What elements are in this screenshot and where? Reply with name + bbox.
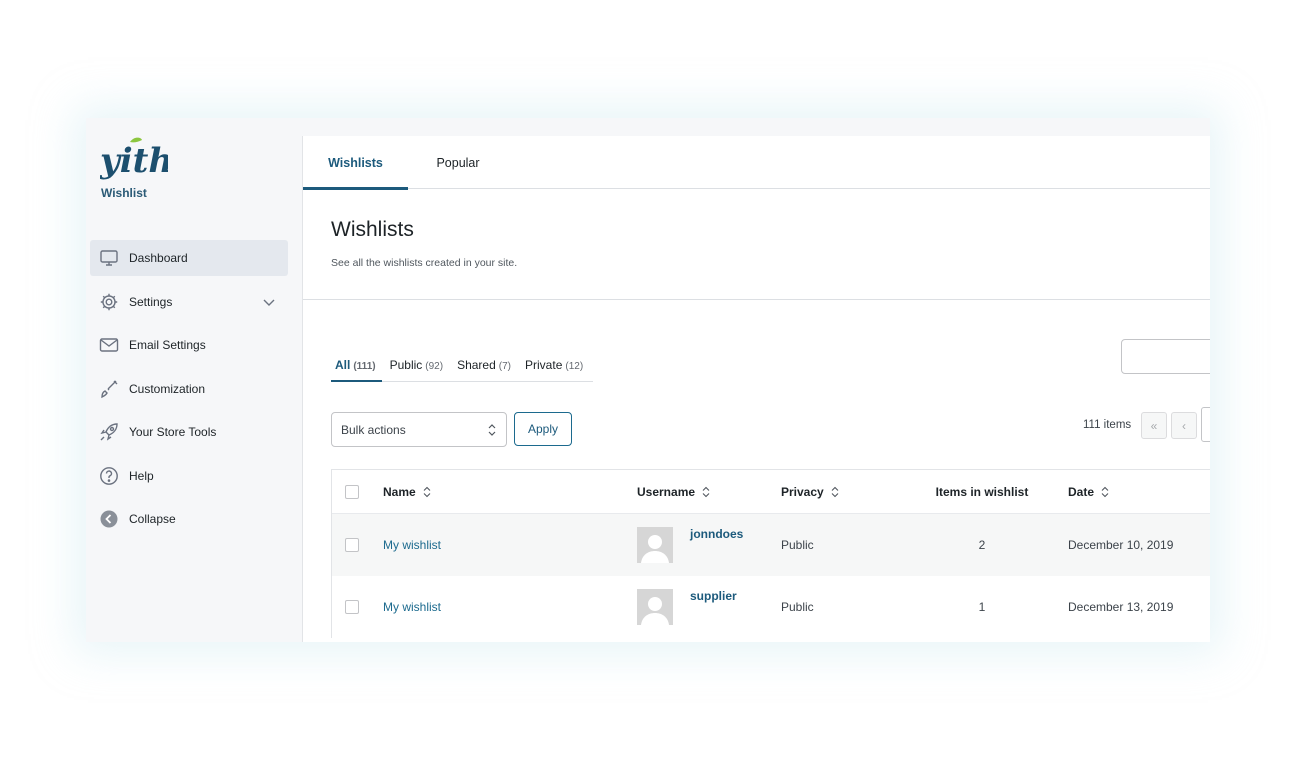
sidebar-item-label: Email Settings — [129, 338, 206, 352]
sidebar-item-settings[interactable]: Settings — [90, 284, 288, 320]
filter-label: Shared — [457, 358, 496, 372]
filter-count: (7) — [498, 361, 512, 372]
monitor-icon — [98, 247, 120, 269]
select-updown-icon — [488, 424, 496, 436]
username-link[interactable]: jonndoes — [690, 527, 743, 541]
sidebar-item-help[interactable]: Help — [90, 458, 288, 494]
rocket-icon — [98, 421, 120, 443]
tab-popular[interactable]: Popular — [421, 136, 495, 189]
privacy-cell: Public — [781, 600, 814, 614]
page-title: Wishlists — [331, 218, 414, 241]
sort-icon — [1101, 486, 1109, 497]
logo-text: yith — [100, 141, 168, 181]
prev-page-button[interactable]: ‹ — [1171, 412, 1197, 439]
items-count-cell: 2 — [978, 538, 986, 552]
sort-icon — [831, 486, 839, 497]
column-username[interactable]: Username — [637, 470, 710, 513]
sidebar-item-label: Collapse — [129, 512, 176, 526]
column-privacy[interactable]: Privacy — [781, 470, 839, 513]
sidebar: yith Wishlist Dashboard Settings Email S… — [86, 118, 302, 642]
select-all-checkbox[interactable] — [345, 470, 360, 513]
row-checkbox[interactable] — [345, 576, 360, 638]
sidebar-item-label: Help — [129, 468, 154, 483]
column-date[interactable]: Date — [1068, 470, 1109, 513]
filter-count: (92) — [425, 361, 444, 372]
column-name[interactable]: Name — [383, 470, 431, 513]
gear-icon — [98, 291, 120, 313]
sidebar-item-label: Dashboard — [129, 251, 188, 265]
page-number-input[interactable] — [1201, 407, 1210, 442]
filter-label: Public — [389, 358, 423, 372]
column-items-in-wishlist: Items in wishlist — [935, 484, 1029, 499]
table-row: My wishlist jonndoes Public 2 December 1… — [332, 514, 1210, 576]
filter-count: (12) — [565, 361, 584, 372]
sidebar-item-customization[interactable]: Customization — [90, 371, 288, 407]
filter-shared[interactable]: Shared (7) — [453, 358, 521, 380]
avatar — [637, 527, 673, 563]
table-header: Name Username Privacy Items in wishlist … — [332, 470, 1210, 514]
privacy-cell: Public — [781, 538, 814, 552]
wishlists-table: Name Username Privacy Items in wishlist … — [331, 469, 1210, 638]
status-filters: All (111) Public (92) Shared (7) Private (12… — [331, 358, 594, 382]
envelope-icon — [98, 334, 120, 356]
collapse-arrow-icon — [98, 508, 120, 530]
username-cell: jonndoes — [637, 514, 743, 576]
sidebar-item-label: Your Store Tools — [129, 425, 217, 439]
sidebar-item-dashboard[interactable]: Dashboard — [90, 240, 288, 276]
sort-icon — [423, 486, 431, 497]
brush-icon — [98, 378, 120, 400]
yith-logo: yith — [100, 137, 168, 181]
sidebar-item-collapse[interactable]: Collapse — [90, 501, 288, 537]
logo-subtitle: Wishlist — [101, 186, 147, 200]
app-window: yith Wishlist Dashboard Settings Email S… — [86, 118, 1210, 642]
divider — [303, 299, 1210, 300]
wishlist-name-link[interactable]: My wishlist — [383, 576, 441, 638]
tab-bar: Wishlists Popular — [303, 136, 1210, 190]
filter-all[interactable]: All (111) — [331, 358, 386, 382]
items-count: 111 items — [1083, 419, 1132, 431]
question-icon — [98, 465, 120, 487]
apply-button[interactable]: Apply — [514, 412, 572, 446]
tab-wishlists[interactable]: Wishlists — [303, 136, 408, 190]
sidebar-item-store-tools[interactable]: Your Store Tools — [90, 414, 288, 450]
filter-count: (111) — [353, 361, 376, 372]
date-cell: December 13, 2019 — [1068, 600, 1174, 614]
table-row: My wishlist supplier Public 1 December 1… — [332, 576, 1210, 638]
filter-public[interactable]: Public (92) — [386, 358, 453, 380]
wishlist-name-link[interactable]: My wishlist — [383, 514, 441, 576]
sidebar-item-email-settings[interactable]: Email Settings — [90, 327, 288, 363]
filter-label: All — [335, 358, 351, 372]
items-count-cell: 1 — [978, 600, 986, 614]
chevron-down-icon[interactable] — [262, 295, 276, 309]
avatar — [637, 589, 673, 625]
bulk-actions-label: Bulk actions — [341, 422, 406, 437]
sort-icon — [702, 486, 710, 497]
filter-label: Private — [525, 358, 563, 372]
date-cell: December 10, 2019 — [1068, 538, 1174, 552]
sidebar-menu: Dashboard Settings Email Settings Custom… — [90, 240, 288, 545]
page-description: See all the wishlists created in your si… — [331, 257, 518, 269]
bulk-actions-select[interactable]: Bulk actions — [331, 412, 507, 447]
row-checkbox[interactable] — [345, 514, 360, 576]
sidebar-item-label: Customization — [129, 381, 206, 396]
first-page-button[interactable]: « — [1141, 412, 1167, 439]
sidebar-item-label: Settings — [129, 294, 173, 309]
username-link[interactable]: supplier — [690, 589, 737, 603]
filter-private[interactable]: Private (12) — [521, 358, 593, 380]
search-input[interactable] — [1121, 339, 1210, 374]
main-panel: Wishlists Popular Wishlists See all the … — [302, 136, 1210, 642]
username-cell: supplier — [637, 576, 737, 638]
